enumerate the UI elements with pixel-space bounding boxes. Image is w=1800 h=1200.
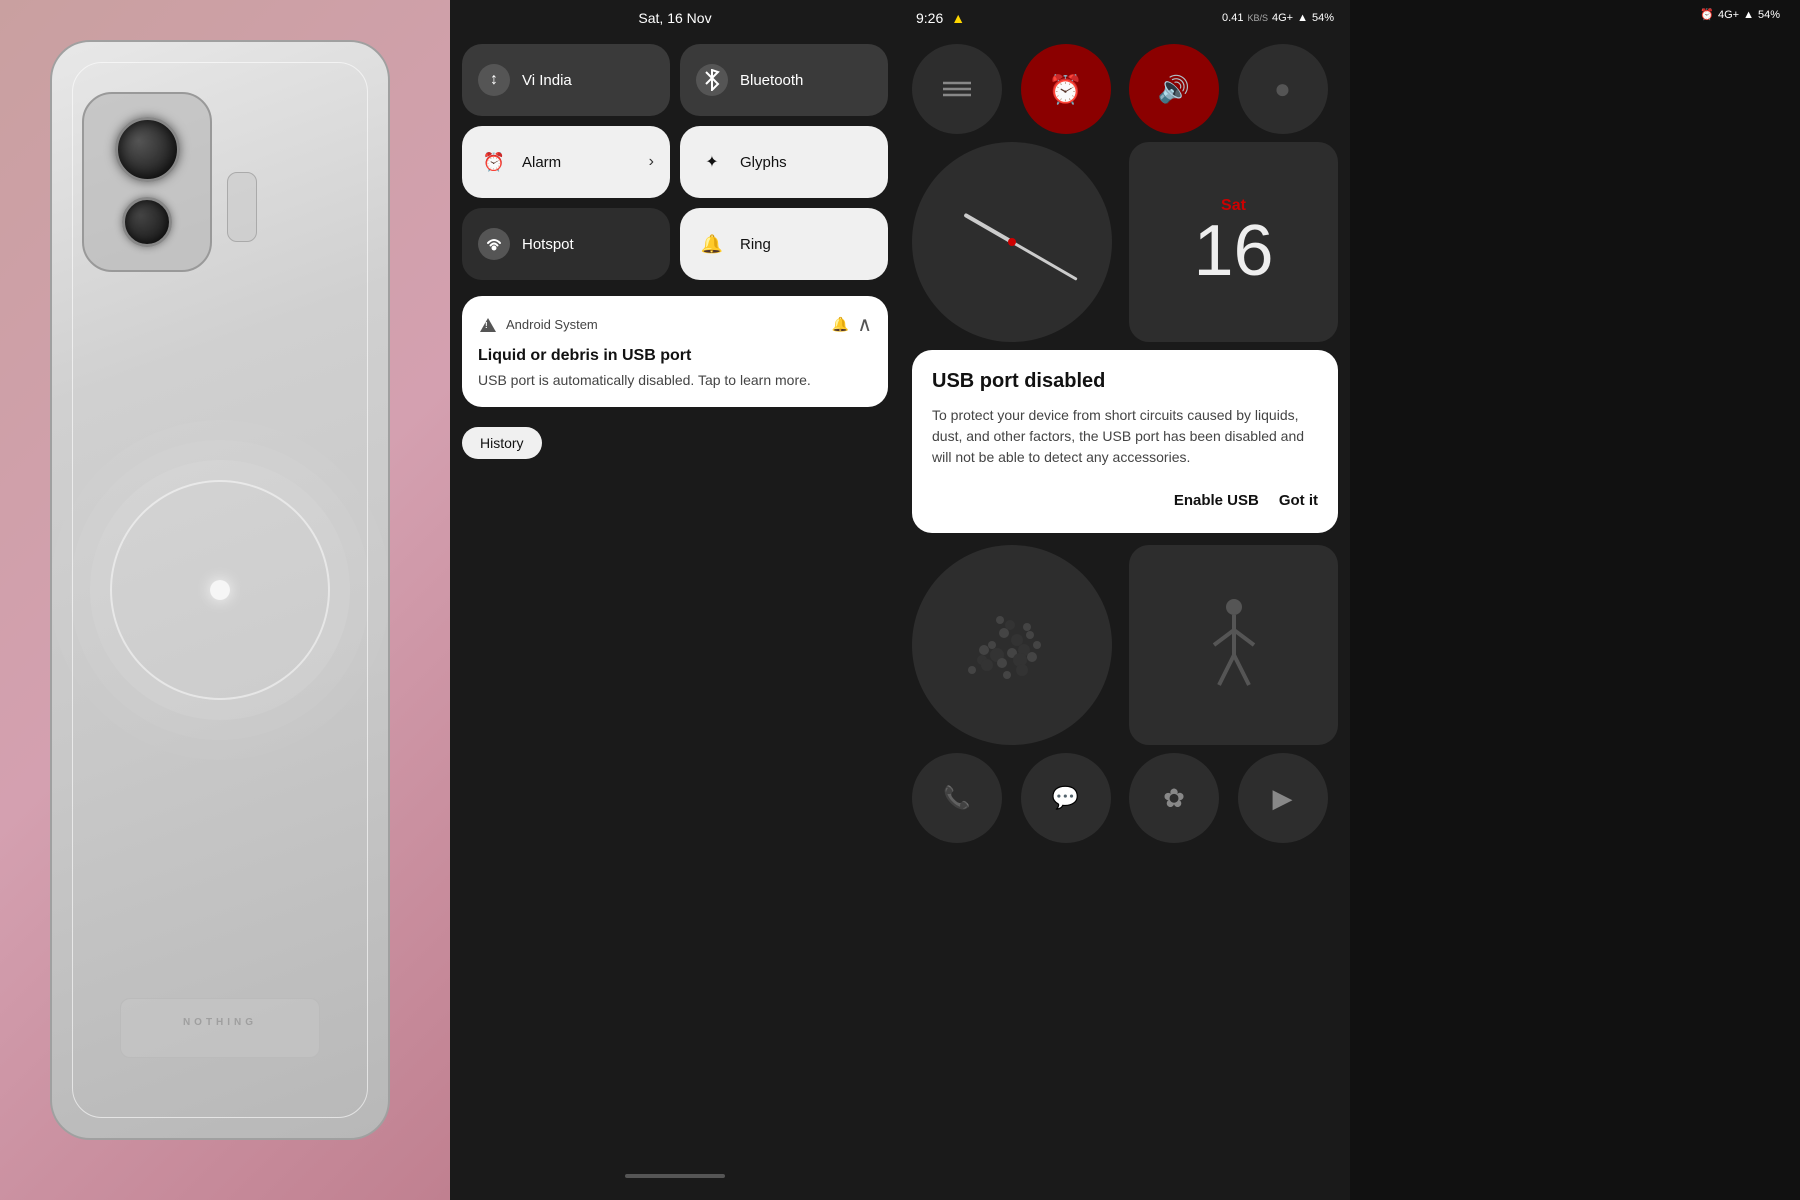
history-button[interactable]: History — [462, 427, 542, 459]
bottom-icons-row: 📞 💬 ✿ ▶ — [900, 753, 1350, 843]
qs-row-2: ⏰ Alarm › ✦ Glyphs — [462, 126, 888, 198]
wireless-dot — [210, 580, 230, 600]
right-network-speed: 0.41 — [1222, 12, 1243, 24]
glyphs-label: Glyphs — [740, 154, 787, 171]
bottom-bar — [120, 998, 320, 1058]
fan-icon: ✿ — [1163, 783, 1185, 814]
notif-bell-icon: 🔔 — [832, 316, 849, 333]
phone-back: NOTHING — [50, 40, 390, 1140]
signal-bars-middle: ▲ — [1743, 9, 1754, 21]
qs-tile-alarm[interactable]: ⏰ Alarm › — [462, 126, 670, 198]
status-icons-middle: ⏰ 4G+ ▲ 54% — [1700, 8, 1780, 21]
hotspot-label: Hotspot — [522, 236, 574, 253]
left-panel: NOTHING — [0, 0, 450, 1200]
right-battery: 54% — [1312, 12, 1334, 24]
alarm-widget[interactable]: ⏰ — [1021, 44, 1111, 134]
bluetooth-icon — [696, 64, 728, 96]
qs-row-3: Hotspot 🔔 Ring — [462, 208, 888, 280]
dots-widget — [912, 545, 1112, 745]
youtube-icon: ▶ — [1273, 783, 1293, 814]
clock-minute-hand — [1011, 241, 1077, 281]
got-it-button[interactable]: Got it — [1279, 488, 1318, 513]
glyphs-tile-icon: ✦ — [696, 146, 728, 178]
messages-app-icon[interactable]: 💬 — [1021, 753, 1111, 843]
camera-module — [82, 92, 212, 272]
notif-app-icon: ! — [478, 315, 498, 335]
middle-panel: Sat, 16 Nov ⏰ 4G+ ▲ 54% ↕ Vi India Bluet… — [450, 0, 900, 1200]
date-day-number: 16 — [1193, 215, 1273, 287]
phone-icon: 📞 — [943, 785, 970, 811]
bottom-widget-row — [900, 545, 1350, 745]
vi-india-icon: ↕ — [478, 64, 510, 96]
qs-tile-bluetooth[interactable]: Bluetooth — [680, 44, 888, 116]
spotify-widget-icon: ● — [1274, 73, 1291, 105]
clock-hour-hand — [963, 213, 1013, 244]
notif-actions: History — [462, 427, 888, 459]
notif-body: USB port is automatically disabled. Tap … — [478, 371, 872, 391]
brand-text: NOTHING — [183, 1017, 257, 1028]
notif-app-name: Android System — [506, 317, 824, 332]
usb-dialog-actions: Enable USB Got it — [932, 488, 1318, 513]
fan-app-icon[interactable]: ✿ — [1129, 753, 1219, 843]
qs-tile-vi-india[interactable]: ↕ Vi India — [462, 44, 670, 116]
extra-space — [1350, 0, 1800, 1200]
date-widget: Sat 16 — [1129, 142, 1338, 342]
flash-module — [227, 172, 257, 242]
right-warning-icon: ▲ — [951, 10, 965, 26]
top-widget-row: ⏰ 🔊 ● — [900, 36, 1350, 142]
battery-middle: 54% — [1758, 9, 1780, 21]
notification-card[interactable]: ! Android System 🔔 ∧ Liquid or debris in… — [462, 296, 888, 407]
hotspot-icon — [478, 228, 510, 260]
notif-header: ! Android System 🔔 ∧ — [478, 312, 872, 337]
alarm-tile-icon: ⏰ — [478, 146, 510, 178]
clock-widget — [912, 142, 1112, 342]
alarm-widget-icon: ⏰ — [1048, 73, 1083, 106]
ring-label: Ring — [740, 236, 771, 253]
usb-dialog: USB port disabled To protect your device… — [912, 350, 1338, 533]
usb-dialog-title: USB port disabled — [932, 370, 1318, 393]
quick-settings: ↕ Vi India Bluetooth ⏰ Alarm › ✦ G — [450, 36, 900, 288]
notif-title: Liquid or debris in USB port — [478, 347, 872, 365]
qs-row-1: ↕ Vi India Bluetooth — [462, 44, 888, 116]
status-bar-middle: Sat, 16 Nov ⏰ 4G+ ▲ 54% — [450, 0, 900, 36]
scroll-indicator — [625, 1174, 725, 1178]
volume-widget-icon: 🔊 — [1158, 74, 1190, 105]
spotify-widget[interactable]: ● — [1238, 44, 1328, 134]
qs-tile-hotspot[interactable]: Hotspot — [462, 208, 670, 280]
middle-widget-row: Sat 16 — [900, 142, 1350, 342]
vi-india-label: Vi India — [522, 72, 572, 89]
network-type-middle: 4G+ — [1718, 9, 1739, 21]
alarm-status-icon: ⏰ — [1700, 8, 1714, 21]
wifi-widget[interactable] — [912, 44, 1002, 134]
camera-lens-main — [115, 117, 180, 182]
bluetooth-label: Bluetooth — [740, 72, 803, 89]
enable-usb-button[interactable]: Enable USB — [1174, 488, 1259, 513]
status-bar-right: 9:26 ▲ 0.41 KB/S 4G+ ▲ 54% — [900, 0, 1350, 36]
notif-expand-icon[interactable]: ∧ — [857, 312, 872, 337]
right-network-unit: KB/S — [1247, 13, 1268, 23]
qs-tile-ring[interactable]: 🔔 Ring — [680, 208, 888, 280]
camera-lens-secondary — [122, 197, 172, 247]
right-panel: 9:26 ▲ 0.41 KB/S 4G+ ▲ 54% ⏰ 🔊 ● — [900, 0, 1350, 1200]
volume-widget[interactable]: 🔊 — [1129, 44, 1219, 134]
phone-app-icon[interactable]: 📞 — [912, 753, 1002, 843]
chat-icon: 💬 — [1052, 785, 1079, 811]
ring-tile-icon: 🔔 — [696, 228, 728, 260]
clock-center-dot — [1008, 238, 1016, 246]
usb-dialog-body: To protect your device from short circui… — [932, 405, 1318, 468]
qs-tile-glyphs[interactable]: ✦ Glyphs — [680, 126, 888, 198]
right-status-icons: 0.41 KB/S 4G+ ▲ 54% — [1222, 12, 1334, 24]
right-signal: 4G+ — [1272, 12, 1293, 24]
status-datetime: Sat, 16 Nov — [638, 10, 711, 26]
wireless-charging-coil — [110, 480, 330, 700]
alarm-label: Alarm — [522, 154, 561, 171]
right-status-time: 9:26 — [916, 10, 943, 26]
person-widget — [1129, 545, 1338, 745]
right-signal-bars: ▲ — [1297, 12, 1308, 24]
alarm-chevron-icon: › — [649, 153, 654, 171]
youtube-app-icon[interactable]: ▶ — [1238, 753, 1328, 843]
